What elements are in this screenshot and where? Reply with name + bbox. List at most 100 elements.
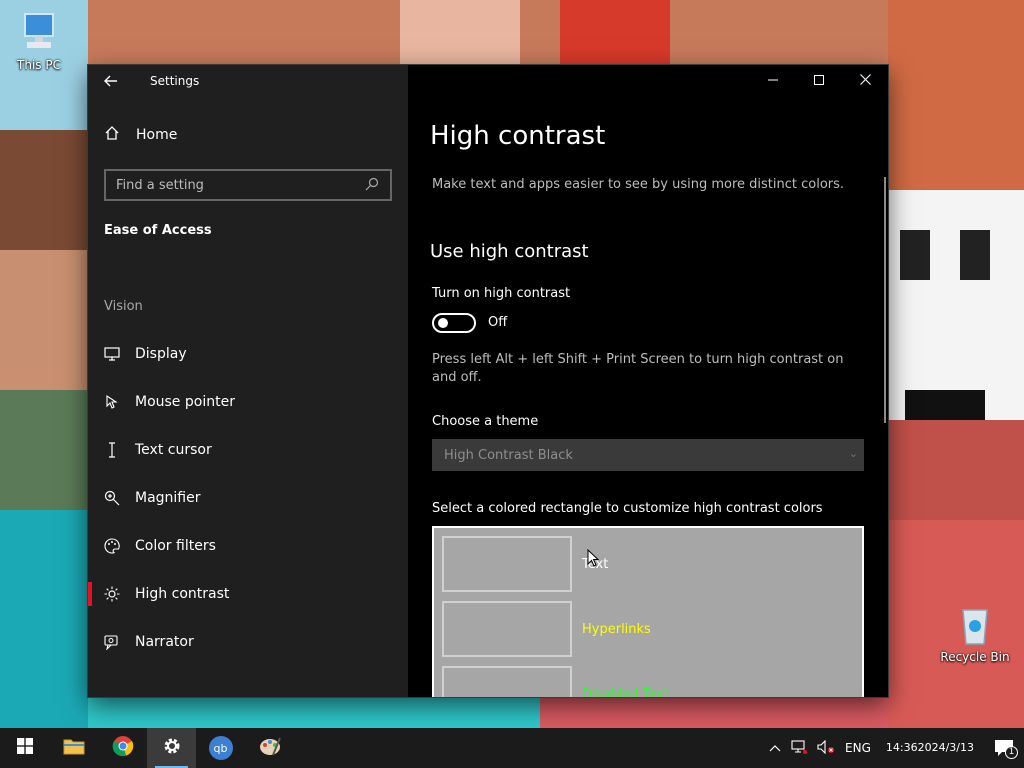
clock-button[interactable]: 14:36 2024/3/13 xyxy=(876,728,984,768)
maximize-icon xyxy=(814,74,824,89)
toggle-knob xyxy=(438,318,448,328)
search-box[interactable] xyxy=(104,169,392,201)
sidebar-item-label: Mouse pointer xyxy=(135,394,235,410)
color-item-hyperlinks[interactable]: Hyperlinks xyxy=(442,601,651,657)
color-swatch[interactable] xyxy=(442,666,572,697)
toggle-label: Turn on high contrast xyxy=(432,286,571,301)
color-item-disabled-text[interactable]: Disabled Text xyxy=(442,666,669,697)
taskbar-settings[interactable] xyxy=(147,728,196,768)
chevron-up-icon xyxy=(769,741,781,755)
color-swatch[interactable] xyxy=(442,536,572,592)
file-explorer-icon xyxy=(63,737,85,759)
sidebar-item-color-filters[interactable]: Color filters xyxy=(88,522,408,570)
sidebar-item-label: Color filters xyxy=(135,538,216,554)
notification-count: 1 xyxy=(1005,746,1018,759)
search-icon[interactable] xyxy=(364,177,380,193)
desktop-icon-this-pc[interactable]: This PC xyxy=(3,10,75,72)
display-icon xyxy=(104,346,120,362)
shortcut-note: Press left Alt + left Shift + Print Scre… xyxy=(432,352,844,385)
recycle-bin-icon xyxy=(953,602,997,646)
color-item-label: Hyperlinks xyxy=(582,621,651,637)
sidebar-item-label: Text cursor xyxy=(135,442,212,458)
search-input[interactable] xyxy=(116,177,364,193)
mouse-cursor-icon xyxy=(587,548,600,567)
high-contrast-toggle[interactable] xyxy=(432,313,476,333)
network-button[interactable] xyxy=(786,728,812,768)
sidebar-item-narrator[interactable]: Narrator xyxy=(88,618,408,666)
window-title: Settings xyxy=(150,74,200,88)
sidebar-item-magnifier[interactable]: Magnifier xyxy=(88,474,408,522)
chrome-icon xyxy=(112,735,134,761)
desktop-icon-recycle-bin[interactable]: Recycle Bin xyxy=(939,602,1011,664)
color-customization-panel: Text Hyperlinks Disabled Text xyxy=(432,526,864,697)
volume-muted-icon xyxy=(817,739,835,757)
close-icon xyxy=(859,73,871,89)
navigation-pane: Settings Home Ease of Access Vision Disp… xyxy=(88,65,408,697)
volume-button[interactable] xyxy=(812,728,840,768)
windows-start-icon xyxy=(16,738,33,758)
sidebar-item-mouse-pointer[interactable]: Mouse pointer xyxy=(88,378,408,426)
color-item-label: Disabled Text xyxy=(582,686,669,698)
colors-label: Select a colored rectangle to customize … xyxy=(432,501,823,516)
action-center-button[interactable]: 1 xyxy=(984,728,1024,768)
qbittorrent-icon-text: qb xyxy=(213,741,228,755)
home-nav-item[interactable]: Home xyxy=(104,125,177,145)
sidebar-item-label: Narrator xyxy=(135,634,194,650)
minimize-button[interactable] xyxy=(750,65,796,97)
page-description: Make text and apps easier to see by usin… xyxy=(432,177,845,192)
arrow-left-icon xyxy=(104,72,118,91)
settings-window: Settings Home Ease of Access Vision Disp… xyxy=(88,65,888,697)
show-hidden-icons-button[interactable] xyxy=(764,728,786,768)
sidebar-item-label: High contrast xyxy=(135,586,230,602)
desktop-icon-label: This PC xyxy=(17,58,61,72)
narrator-icon xyxy=(104,634,120,650)
taskbar: qb ENG 14:36 2024/3/13 1 xyxy=(0,728,1024,768)
title-bar[interactable]: Settings xyxy=(88,65,408,97)
maximize-button[interactable] xyxy=(796,65,842,97)
clock-time: 14:36 xyxy=(885,741,918,754)
group-label: Vision xyxy=(104,299,143,314)
high-contrast-icon xyxy=(104,586,120,602)
section-heading: Ease of Access xyxy=(104,223,212,238)
color-filters-icon xyxy=(104,538,120,554)
home-icon xyxy=(104,125,120,145)
qbittorrent-icon: qb xyxy=(208,736,233,760)
nav-list: Display Mouse pointer Text cursor Magnif… xyxy=(88,330,408,666)
page-title: High contrast xyxy=(430,121,606,151)
sidebar-item-text-cursor[interactable]: Text cursor xyxy=(88,426,408,474)
color-item-text[interactable]: Text xyxy=(442,536,608,592)
start-button[interactable] xyxy=(0,728,49,768)
sidebar-item-label: Magnifier xyxy=(135,490,201,506)
magnifier-icon xyxy=(104,490,120,506)
sidebar-item-label: Display xyxy=(135,346,187,362)
close-button[interactable] xyxy=(842,65,888,97)
minimize-icon xyxy=(768,74,778,89)
gear-icon xyxy=(162,736,182,760)
back-button[interactable] xyxy=(88,65,134,97)
window-caption-buttons xyxy=(750,65,888,97)
theme-dropdown-value: High Contrast Black xyxy=(444,447,573,463)
theme-dropdown[interactable]: High Contrast Black ⌄ xyxy=(432,439,864,471)
content-scrollbar[interactable] xyxy=(884,177,886,423)
network-icon xyxy=(791,739,808,757)
sidebar-item-high-contrast[interactable]: High contrast xyxy=(88,570,408,618)
desktop-icon-label: Recycle Bin xyxy=(940,650,1010,664)
taskbar-paint[interactable] xyxy=(245,728,294,768)
this-pc-icon xyxy=(17,10,61,54)
taskbar-file-explorer[interactable] xyxy=(49,728,98,768)
text-cursor-icon xyxy=(104,442,120,458)
chevron-down-icon: ⌄ xyxy=(848,447,858,460)
mouse-pointer-icon xyxy=(104,394,120,410)
paint-icon xyxy=(259,735,281,761)
taskbar-chrome[interactable] xyxy=(98,728,147,768)
content-pane: High contrast Make text and apps easier … xyxy=(408,65,888,697)
notification-icon: 1 xyxy=(994,739,1018,759)
taskbar-qbittorrent[interactable]: qb xyxy=(196,728,245,768)
color-swatch[interactable] xyxy=(442,601,572,657)
home-label: Home xyxy=(136,127,178,143)
input-language-button[interactable]: ENG xyxy=(840,728,876,768)
sidebar-item-display[interactable]: Display xyxy=(88,330,408,378)
clock-date: 2024/3/13 xyxy=(917,741,974,754)
theme-label: Choose a theme xyxy=(432,414,539,429)
use-high-contrast-heading: Use high contrast xyxy=(430,241,589,262)
